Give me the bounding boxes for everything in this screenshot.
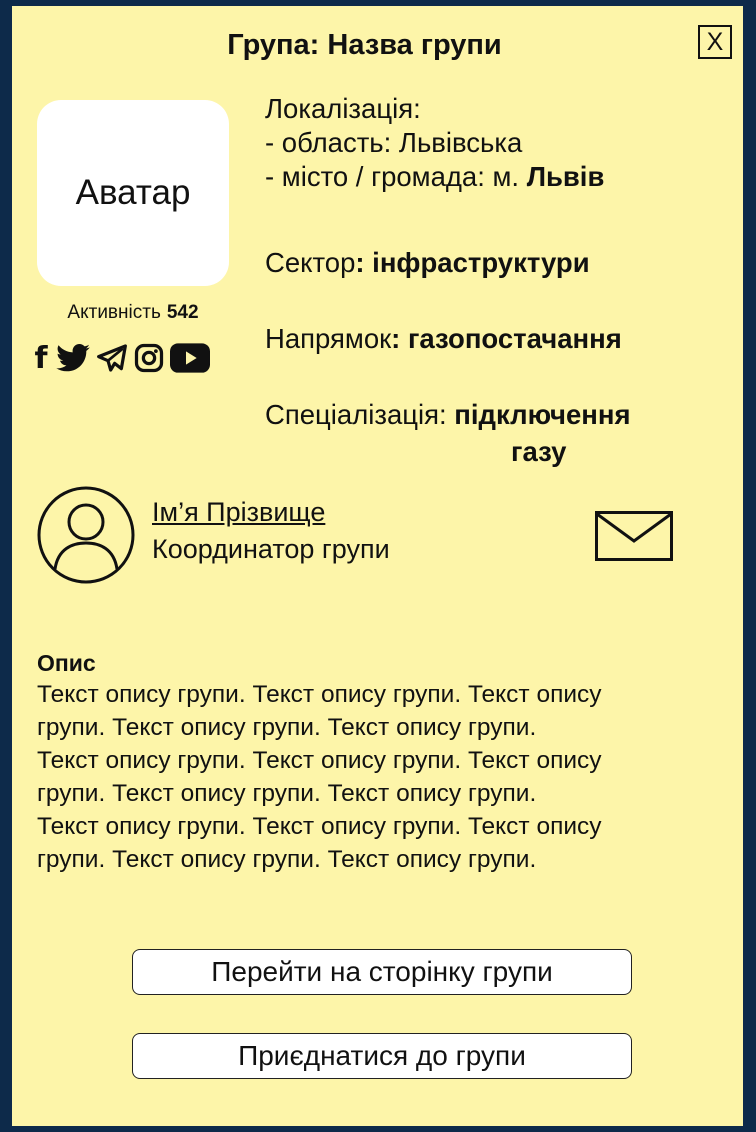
facebook-icon[interactable]: f	[32, 341, 50, 376]
coordinator-role: Координатор групи	[152, 534, 390, 564]
specialization-label: Спеціалізація:	[265, 399, 447, 430]
location-block: Локалізація: - область: Львівська - міст…	[265, 92, 604, 194]
go-to-group-button[interactable]: Перейти на сторінку групи	[132, 949, 632, 995]
sector-label: Сектор	[265, 247, 356, 278]
direction-line: Напрямок: газопостачання	[265, 322, 622, 356]
sector-line: Сектор: інфраструктури	[265, 246, 590, 280]
description-line: групи. Текст опису групи. Текст опису гр…	[37, 780, 537, 807]
description-text: Текст опису групи. Текст опису групи. Те…	[37, 678, 737, 876]
description-line: групи. Текст опису групи. Текст опису гр…	[37, 714, 537, 741]
activity-value: 542	[166, 302, 199, 323]
location-heading: Локалізація:	[265, 93, 421, 124]
close-icon: X	[706, 27, 724, 56]
specialization-value-1: підключення	[454, 399, 631, 430]
description-heading: Опис	[37, 650, 96, 676]
coordinator-name-link[interactable]: Ім’я Прізвище	[152, 497, 325, 528]
group-avatar: Аватар	[37, 100, 229, 286]
direction-label: Напрямок	[265, 323, 392, 354]
description-line: групи. Текст опису групи. Текст опису гр…	[37, 846, 537, 873]
description-line: Текст опису групи. Текст опису групи. Те…	[37, 681, 602, 708]
description-line: Текст опису групи. Текст опису групи. Те…	[37, 813, 602, 840]
region-line: - область: Львівська	[265, 127, 523, 158]
description-line: Текст опису групи. Текст опису групи. Те…	[37, 747, 602, 774]
instagram-icon[interactable]	[134, 343, 164, 373]
specialization-line-2: газу	[511, 435, 566, 469]
youtube-icon[interactable]	[170, 343, 210, 373]
twitter-icon[interactable]	[56, 344, 90, 372]
avatar-label: Аватар	[75, 173, 191, 212]
activity-label: Активність	[67, 302, 161, 323]
city-prefix: - місто / громада: м.	[265, 161, 520, 192]
city-line: - місто / громада: м. Львів	[265, 160, 604, 194]
sector-value: : інфраструктури	[355, 247, 590, 278]
telegram-icon[interactable]	[96, 343, 128, 373]
envelope-icon[interactable]	[595, 511, 673, 561]
specialization-value-2: газу	[511, 436, 567, 467]
page-title: Група: Назва групи	[227, 29, 502, 61]
specialization-line: Спеціалізація: підключення	[265, 398, 631, 432]
activity-counter: Активність 542	[37, 302, 229, 324]
group-card: Група: Назва групи X Аватар Активність 54…	[12, 6, 743, 1126]
user-avatar-icon[interactable]	[36, 485, 136, 585]
social-links: f	[32, 338, 232, 378]
city-value: Львів	[526, 161, 605, 192]
direction-value: : газопостачання	[391, 323, 622, 354]
close-button[interactable]: X	[698, 25, 732, 59]
join-group-button[interactable]: Приєднатися до групи	[132, 1033, 632, 1079]
